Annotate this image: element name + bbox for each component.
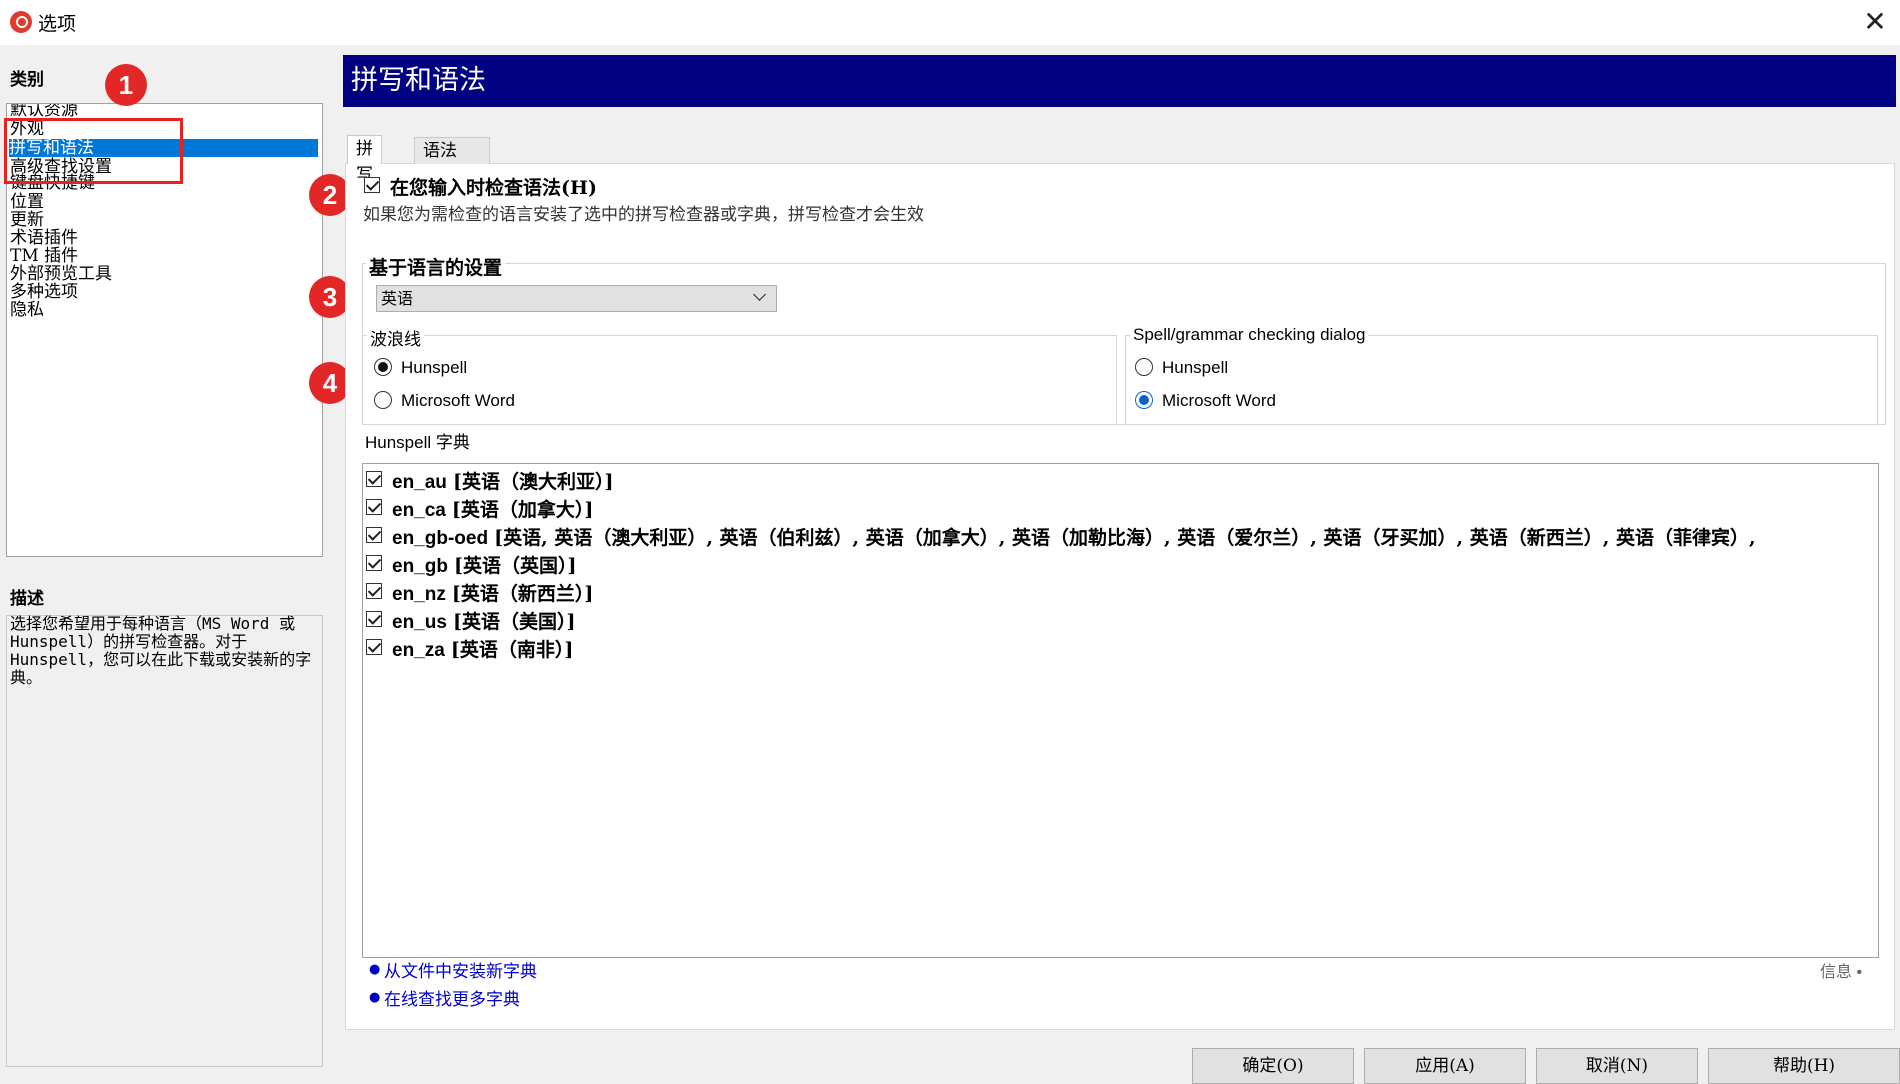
checking-dialog-label: Spell/grammar checking dialog: [1130, 325, 1369, 345]
sidebar-item-location[interactable]: 位置: [10, 193, 44, 211]
dialog-hunspell-label[interactable]: Hunspell: [1162, 358, 1228, 378]
dict-code: en_nz: [392, 584, 446, 605]
install-from-file-link[interactable]: 从文件中安装新字典: [384, 957, 537, 982]
sidebar-item-privacy[interactable]: 隐私: [10, 301, 44, 319]
list-item[interactable]: en_us [英语（美国）]: [392, 607, 575, 634]
description-text: 选择您希望用于每种语言（MS Word 或 Hunspell）的拼写检查器。对于…: [10, 614, 312, 687]
hunspell-dictionary-label: Hunspell 字典: [365, 433, 470, 452]
sidebar-item-default-resources[interactable]: 默认资源: [10, 104, 78, 119]
title-bar: [0, 0, 1900, 45]
dialog-hunspell-radio[interactable]: [1135, 358, 1153, 376]
wavy-line-group: [362, 335, 1117, 425]
dict-name: [英语（美国）]: [452, 611, 576, 633]
sidebar-item-terminology-plugins[interactable]: 术语插件: [10, 229, 78, 247]
dict-en-ca-checkbox[interactable]: [366, 499, 382, 515]
sidebar-item-external-preview[interactable]: 外部预览工具: [10, 265, 112, 283]
list-item[interactable]: en_nz [英语（新西兰）]: [392, 579, 593, 606]
description-label: 描述: [10, 589, 44, 609]
find-online-link[interactable]: 在线查找更多字典: [384, 985, 520, 1010]
wavy-hunspell-label[interactable]: Hunspell: [401, 358, 467, 378]
cancel-button[interactable]: 取消(N): [1536, 1048, 1698, 1084]
page-title: 拼写和语法: [343, 55, 1896, 107]
sidebar-item-multiple-options[interactable]: 多种选项: [10, 283, 78, 301]
dict-en-nz-checkbox[interactable]: [366, 583, 382, 599]
close-icon[interactable]: ✕: [1858, 6, 1892, 40]
dict-name: [英语（澳大利亚）]: [452, 471, 614, 493]
checking-dialog-group: [1125, 335, 1878, 425]
dialog-msword-radio[interactable]: [1135, 391, 1153, 409]
dict-code: en_gb: [392, 556, 448, 577]
dict-name: [英语（南非）]: [450, 639, 574, 661]
dict-name: [英语（英国）]: [454, 555, 577, 577]
check-while-typing-label[interactable]: 在您输入时检查语法(H): [390, 173, 597, 200]
check-while-typing-hint: 如果您为需检查的语言安装了选中的拼写检查器或字典，拼写检查才会生效: [363, 205, 924, 225]
wavy-msword-label[interactable]: Microsoft Word: [401, 391, 515, 411]
annotation-highlight-box: [4, 118, 183, 184]
dict-en-za-checkbox[interactable]: [366, 639, 382, 655]
language-select[interactable]: 英语: [376, 285, 777, 312]
wavy-line-label: 波浪线: [367, 325, 424, 350]
dict-en-gb-oed-checkbox[interactable]: [366, 527, 382, 543]
category-label: 类别: [10, 70, 44, 90]
ok-button[interactable]: 确定(O): [1192, 1048, 1354, 1084]
help-button[interactable]: 帮助(H): [1708, 1048, 1900, 1084]
tab-grammar[interactable]: 语法: [414, 137, 490, 164]
list-item[interactable]: en_gb-oed [英语, 英语（澳大利亚）, 英语（伯利兹）, 英语（加拿大…: [392, 523, 1874, 550]
dict-code: en_gb-oed: [392, 528, 489, 549]
wavy-msword-radio[interactable]: [374, 391, 392, 409]
list-item[interactable]: en_ca [英语（加拿大）]: [392, 495, 593, 522]
language-settings-label: 基于语言的设置: [366, 253, 506, 280]
list-item[interactable]: en_au [英语（澳大利亚）]: [392, 467, 613, 494]
tab-spelling[interactable]: 拼写: [347, 135, 382, 185]
dialog-msword-label[interactable]: Microsoft Word: [1162, 391, 1276, 411]
info-link[interactable]: 信息 •: [1820, 958, 1862, 982]
bullet-icon: ●: [369, 990, 381, 1005]
list-item[interactable]: en_za [英语（南非）]: [392, 635, 573, 662]
dict-en-us-checkbox[interactable]: [366, 611, 382, 627]
dict-en-au-checkbox[interactable]: [366, 471, 382, 487]
app-logo-icon: [10, 11, 32, 33]
sidebar-item-updates[interactable]: 更新: [10, 211, 44, 229]
apply-button[interactable]: 应用(A): [1364, 1048, 1526, 1084]
dict-code: en_us: [392, 612, 447, 633]
list-item[interactable]: en_gb [英语（英国）]: [392, 551, 576, 578]
dict-name: [英语（加拿大）]: [451, 499, 594, 521]
dict-name: [英语（新西兰）]: [451, 583, 594, 605]
dict-code: en_za: [392, 640, 445, 661]
dict-name: [英语, 英语（澳大利亚）, 英语（伯利兹）, 英语（加拿大）, 英语（加勒比海…: [494, 527, 1756, 549]
bullet-icon: ●: [369, 962, 381, 977]
sidebar-item-tm-plugins[interactable]: TM 插件: [10, 247, 78, 265]
window-title: 选项: [38, 13, 77, 35]
check-while-typing-checkbox[interactable]: [364, 177, 380, 193]
dict-en-gb-checkbox[interactable]: [366, 555, 382, 571]
dict-code: en_au: [392, 472, 447, 493]
wavy-hunspell-radio[interactable]: [374, 358, 392, 376]
annotation-marker-1: 1: [105, 64, 147, 106]
dict-code: en_ca: [392, 500, 446, 521]
